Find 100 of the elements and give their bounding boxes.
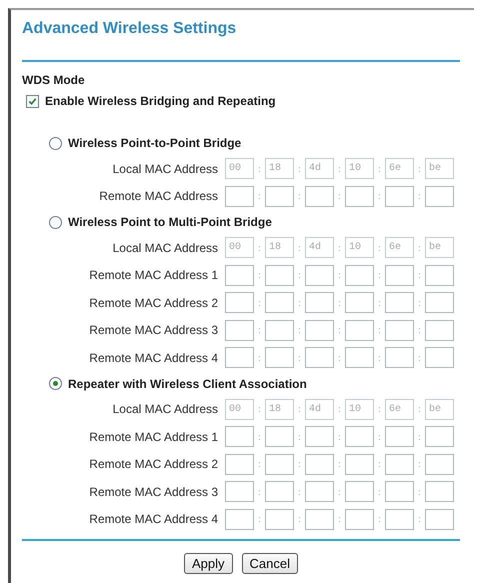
input-field[interactable] xyxy=(225,481,254,502)
input-field[interactable] xyxy=(305,454,334,475)
input-field[interactable] xyxy=(305,320,334,341)
input-field[interactable] xyxy=(265,264,294,286)
separator: : xyxy=(257,432,262,442)
input-field[interactable] xyxy=(425,264,454,286)
input-field[interactable] xyxy=(385,292,414,314)
input-field[interactable] xyxy=(385,508,414,530)
input-field[interactable] xyxy=(425,508,454,530)
input-field[interactable] xyxy=(225,454,254,475)
separator: : xyxy=(297,514,302,524)
separator: : xyxy=(377,486,382,497)
separator: : xyxy=(337,486,342,497)
separator: : xyxy=(417,404,422,414)
input-field[interactable] xyxy=(265,320,294,341)
input-field[interactable] xyxy=(345,347,374,368)
input-field[interactable] xyxy=(425,481,454,502)
input-field[interactable] xyxy=(345,320,374,341)
separator: : xyxy=(417,486,422,497)
input-field[interactable] xyxy=(345,508,374,530)
input-field[interactable] xyxy=(265,186,294,207)
input-field[interactable] xyxy=(305,426,334,448)
input-field[interactable] xyxy=(265,454,294,475)
input-field[interactable] xyxy=(385,347,414,368)
separator: : xyxy=(297,270,302,280)
input-field[interactable] xyxy=(225,292,254,314)
radio-button[interactable] xyxy=(49,216,62,228)
input-field[interactable] xyxy=(265,426,294,448)
input-field[interactable] xyxy=(385,454,414,475)
input-field[interactable] xyxy=(265,292,294,314)
input-field[interactable] xyxy=(345,292,374,314)
input-field[interactable] xyxy=(225,264,254,286)
input-field[interactable] xyxy=(385,426,414,448)
input-field[interactable] xyxy=(225,508,254,530)
input-field[interactable] xyxy=(385,186,414,207)
input-field[interactable] xyxy=(225,347,254,368)
separator: : xyxy=(377,325,382,336)
separator: : xyxy=(297,432,302,442)
separator: : xyxy=(377,164,382,174)
input-field[interactable] xyxy=(305,292,334,314)
separator: : xyxy=(417,164,422,174)
input-field[interactable] xyxy=(425,454,454,475)
input-field[interactable] xyxy=(225,186,254,207)
separator: : xyxy=(297,325,302,336)
separator: : xyxy=(417,325,422,336)
input-field[interactable] xyxy=(345,186,374,207)
input-field[interactable] xyxy=(385,320,414,341)
input-field[interactable] xyxy=(345,454,374,475)
separator: : xyxy=(257,242,262,253)
input-field[interactable] xyxy=(225,426,254,448)
radio-label: Wireless Point to Multi-Point Bridge xyxy=(68,215,272,229)
input-field[interactable] xyxy=(345,426,374,448)
separator: : xyxy=(417,432,422,442)
radio-button[interactable] xyxy=(49,136,62,150)
input-field[interactable] xyxy=(225,320,254,341)
separator: : xyxy=(297,404,302,414)
input-field[interactable] xyxy=(425,320,454,341)
input-field[interactable] xyxy=(425,426,454,448)
separator: : xyxy=(417,270,422,280)
separator: : xyxy=(377,352,382,363)
page-title: Advanced Wireless Settings xyxy=(22,20,238,39)
input-field[interactable] xyxy=(345,481,374,502)
input-field[interactable] xyxy=(305,347,334,368)
separator: : xyxy=(417,459,422,470)
field-label: Remote MAC Address 1 xyxy=(88,268,219,282)
field-label: Local MAC Address xyxy=(112,240,219,255)
separator: : xyxy=(377,270,382,280)
input-field[interactable] xyxy=(425,347,454,368)
input-field[interactable] xyxy=(305,508,334,530)
input-field[interactable] xyxy=(385,481,414,502)
separator: : xyxy=(377,404,382,414)
separator: : xyxy=(297,242,302,253)
field-label: Remote MAC Address 2 xyxy=(88,457,219,472)
separator: : xyxy=(257,298,262,308)
separator: : xyxy=(297,164,302,174)
input-field[interactable] xyxy=(265,481,294,502)
separator: : xyxy=(377,432,382,442)
separator: : xyxy=(297,352,302,363)
separator: : xyxy=(337,352,342,363)
input-field[interactable] xyxy=(265,508,294,530)
apply-button[interactable]: Apply xyxy=(184,553,233,574)
radio-button[interactable] xyxy=(49,377,62,390)
checkbox[interactable] xyxy=(26,94,39,108)
field-label: Remote MAC Address 4 xyxy=(88,512,219,526)
input-field[interactable] xyxy=(305,264,334,286)
separator: : xyxy=(257,325,262,336)
input-field[interactable] xyxy=(305,481,334,502)
input-field[interactable] xyxy=(425,186,454,207)
separator: : xyxy=(297,486,302,497)
input-field[interactable] xyxy=(425,292,454,314)
input-field[interactable] xyxy=(345,264,374,286)
separator: : xyxy=(337,325,342,336)
input-field[interactable] xyxy=(265,347,294,368)
separator: : xyxy=(257,164,262,174)
input-field[interactable] xyxy=(305,186,334,207)
input-field[interactable] xyxy=(385,264,414,286)
field-label: Remote MAC Address xyxy=(98,189,219,204)
cancel-button[interactable]: Cancel xyxy=(242,553,298,574)
separator: : xyxy=(297,191,302,202)
separator: : xyxy=(337,298,342,308)
